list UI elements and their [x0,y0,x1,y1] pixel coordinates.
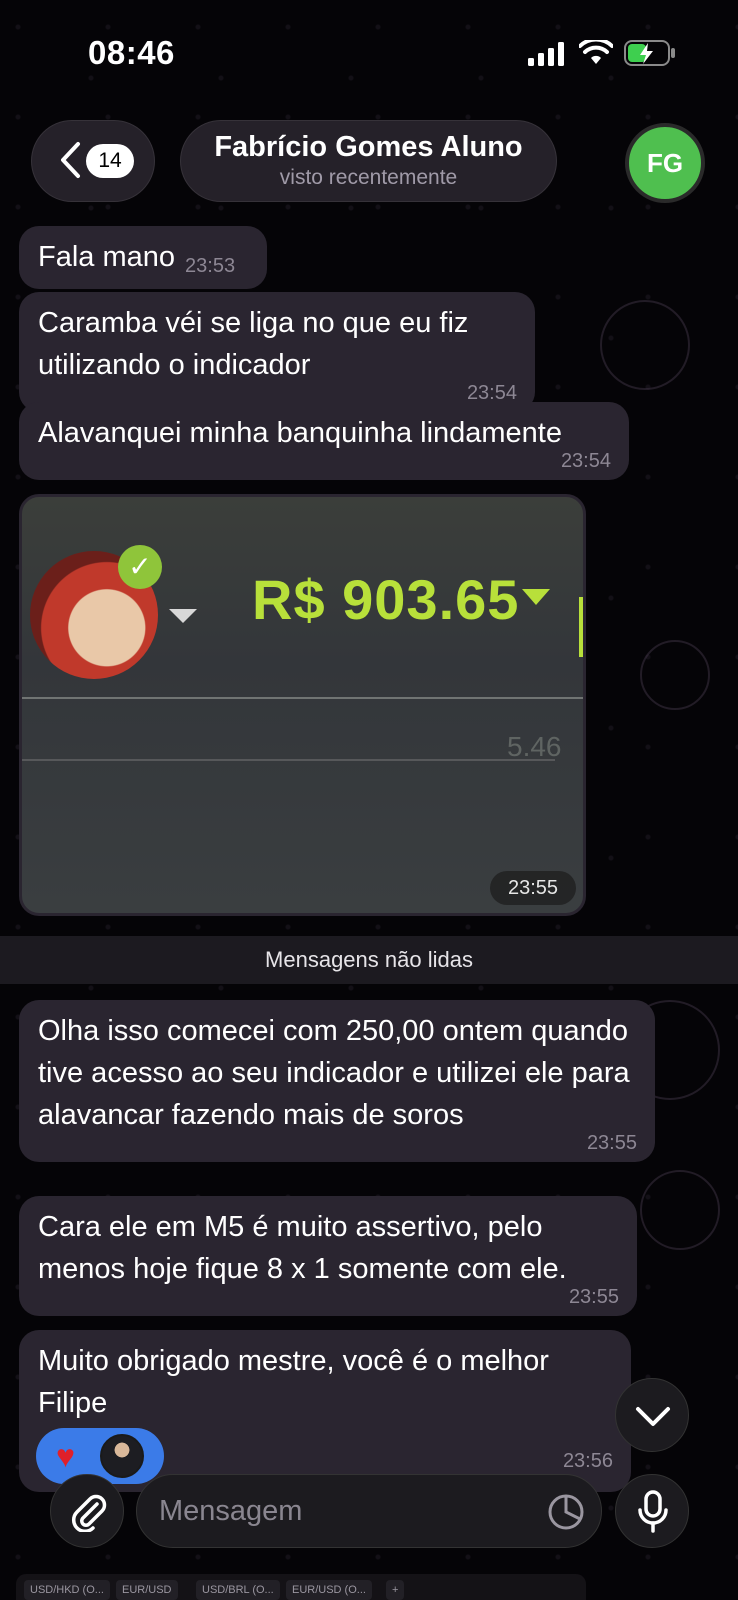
attach-button[interactable] [50,1474,124,1548]
contact-last-seen: visto recentemente [279,166,458,189]
dropdown-arrow-icon [169,609,197,623]
chat-title[interactable]: Fabrício Gomes Aluno visto recentemente [180,120,557,202]
message-photo[interactable]: ✓ R$ 903.65 5.46 [19,494,586,916]
cellular-signal-icon [528,42,564,66]
photo-faded-value: 5.46 [507,731,562,762]
message-text: Alavanquei minha banquinha lindamente [38,417,562,449]
unread-messages-divider: Mensagens não lidas [0,936,738,984]
heart-icon: ♥ [56,1438,75,1474]
photo-line [22,697,583,699]
message-bubble[interactable]: Fala mano 23:53 [19,226,267,289]
background-tab: + [386,1580,405,1600]
photo-balance-amount: R$ 903.65 [252,568,520,631]
message-bubble[interactable]: Olha isso comecei com 250,00 ontem quand… [19,1000,655,1162]
battery-charging-icon [624,40,675,66]
photo-edge-highlight [579,597,583,657]
status-time: 08:46 [88,34,175,71]
wifi-icon [579,40,613,64]
message-text: Muito obrigado mestre, você é o melhor F… [38,1345,549,1419]
chevron-left-icon[interactable] [58,140,82,180]
microphone-button[interactable] [615,1474,689,1548]
message-time: 23:55 [490,871,576,905]
message-text: Fala mano [38,241,176,273]
background-app-tabs: USD/HKD (O... EUR/USD USD/BRL (O... EUR/… [16,1574,586,1600]
message-input-container[interactable] [136,1474,602,1548]
photo-line [22,759,555,761]
message-text: Olha isso comecei com 250,00 ontem quand… [38,1015,630,1131]
message-bubble[interactable]: Caramba véi se liga no que eu fiz utiliz… [19,292,535,412]
wallpaper-doodle [600,300,690,390]
background-tab: EUR/USD [116,1580,178,1600]
wallpaper-doodle [640,1170,720,1250]
dropdown-arrow-icon [522,589,550,605]
message-time: 23:53 [185,255,236,277]
background-tab: USD/HKD (O... [24,1580,110,1600]
message-bubble[interactable]: Alavanquei minha banquinha lindamente 23… [19,402,629,480]
unread-count-badge[interactable]: 14 [86,144,134,178]
message-input[interactable] [159,1489,519,1533]
checkmark-icon: ✓ [118,545,162,589]
paperclip-icon [71,1494,107,1532]
contact-name: Fabrício Gomes Aluno [214,131,523,163]
scroll-to-bottom-button[interactable] [615,1378,689,1452]
message-text: Cara ele em M5 é muito assertivo, pelo m… [38,1211,567,1285]
background-tab: EUR/USD (O... [286,1580,372,1600]
microphone-icon [638,1490,668,1533]
wallpaper-doodle [640,640,710,710]
background-tab: USD/BRL (O... [196,1580,280,1600]
chevron-down-icon [636,1407,670,1426]
sticker-icon[interactable] [547,1493,585,1531]
reactor-avatar [100,1434,144,1478]
contact-avatar[interactable]: FG [625,123,705,203]
message-bubble[interactable]: Cara ele em M5 é muito assertivo, pelo m… [19,1196,637,1316]
message-text: Caramba véi se liga no que eu fiz utiliz… [38,307,469,381]
status-bar: 08:46 [0,0,738,110]
